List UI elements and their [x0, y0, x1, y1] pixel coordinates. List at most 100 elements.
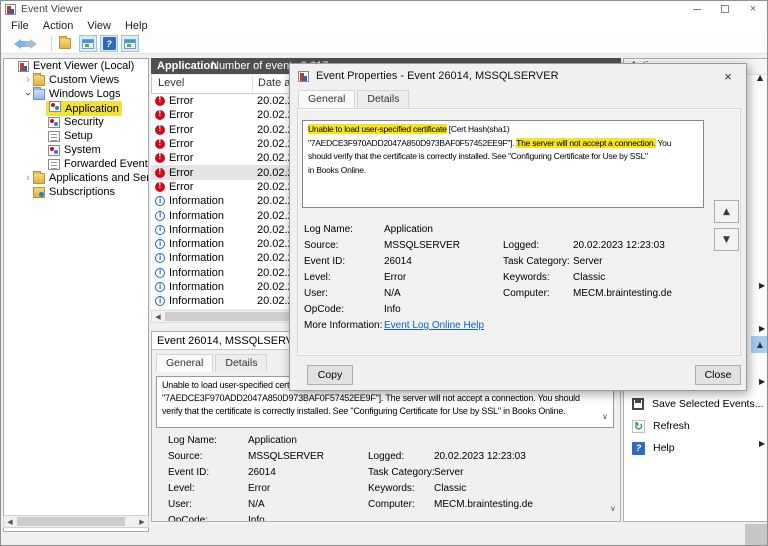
action-help[interactable]: ? Help — [624, 437, 767, 459]
tree-item-security[interactable]: Security — [4, 115, 148, 129]
menu-file[interactable]: File — [4, 19, 36, 33]
console-tree-pane: Event Viewer (Local) › Custom Views › Window… — [3, 58, 149, 532]
maximize-button[interactable] — [711, 1, 739, 17]
level-cell: Error — [151, 124, 251, 136]
field-value: MSSQLSERVER — [248, 451, 324, 462]
tree-item-application[interactable]: Application — [4, 100, 148, 116]
expand-item-icon[interactable]: ▶ — [759, 281, 765, 290]
back-icon — [9, 38, 26, 49]
event-fields-right: Logged: 20.02.2023 12:23:03 Task Category:… — [503, 238, 672, 302]
folder-icon — [33, 170, 45, 184]
field-row: Source: MSSQLSERVER — [168, 449, 324, 465]
field-row: Event ID: 26014 — [304, 254, 460, 270]
error-icon — [155, 124, 165, 135]
field-row: Task Category: Server — [368, 465, 533, 481]
scroll-down-icon[interactable]: ∨ — [610, 504, 616, 513]
tree-horizontal-scrollbar[interactable]: ◀ ▶ — [3, 515, 149, 528]
level-label: Information — [169, 209, 225, 222]
field-label: Task Category: — [368, 467, 435, 478]
event-log-online-help-link[interactable]: Event Log Online Help — [384, 318, 484, 334]
information-icon — [155, 282, 165, 292]
dialog-close-button[interactable]: Close — [695, 365, 741, 385]
highlighted-text: The server will not accept a connection. — [516, 137, 656, 148]
scrollbar-thumb[interactable] — [17, 517, 125, 526]
field-row: User: N/A — [168, 497, 324, 513]
tree-item-applications-and-services-lo[interactable]: › Applications and Services Lo — [4, 170, 148, 185]
copy-button[interactable]: Copy — [307, 365, 353, 385]
field-row: Source: MSSQLSERVER — [304, 238, 460, 254]
event-message-box[interactable]: Unable to load user-specified certificat… — [302, 120, 704, 208]
event-fields-left: Log Name: Application Source: MSSQLSERVER Ev… — [168, 433, 324, 521]
level-cell: Error — [151, 138, 251, 150]
app-icon — [5, 3, 16, 15]
more-information-row: More Information: Event Log Online Help — [304, 318, 484, 334]
column-header-level[interactable]: Level — [158, 77, 184, 89]
tree-item-setup[interactable]: Setup — [4, 129, 148, 143]
column-separator[interactable] — [252, 76, 253, 92]
tab-general[interactable]: General — [298, 90, 356, 108]
chevron-collapsed-icon[interactable]: › — [23, 171, 33, 185]
scroll-left-icon[interactable]: ◀ — [4, 518, 16, 526]
event-fields-left: Log Name: Application Source: MSSQLSERVER Ev… — [304, 222, 460, 318]
tree-item-system[interactable]: System — [4, 143, 148, 157]
tree-item-label: Custom Views — [49, 74, 120, 86]
menu-view[interactable]: View — [80, 19, 118, 33]
console-window-button[interactable] — [79, 35, 97, 52]
next-event-button[interactable]: ▼ — [714, 228, 739, 251]
action-refresh[interactable]: ↻ Refresh — [624, 415, 767, 437]
tree-item-subscriptions[interactable]: Subscriptions — [4, 185, 148, 199]
scroll-left-icon[interactable]: ◀ — [152, 313, 164, 321]
main-area: Event Viewer (Local) › Custom Views › Window… — [1, 54, 767, 545]
save-icon — [632, 398, 644, 410]
tree-item-custom-views[interactable]: › Custom Views — [4, 72, 148, 87]
back-button[interactable] — [6, 35, 26, 52]
close-button[interactable]: × — [739, 1, 767, 17]
tree-item-event-viewer-local[interactable]: Event Viewer (Local) — [4, 59, 148, 73]
dialog-icon — [298, 70, 309, 82]
dialog-close-icon[interactable]: × — [714, 67, 742, 85]
field-label: Level: — [168, 483, 195, 494]
tab-details[interactable]: Details — [357, 90, 410, 108]
field-value: 20.02.2023 12:23:03 — [434, 451, 526, 462]
information-icon — [155, 267, 165, 278]
tab-general[interactable]: General — [156, 354, 214, 372]
information-icon — [155, 253, 165, 264]
app-icon — [18, 60, 29, 72]
field-value: Server — [434, 467, 464, 478]
field-label: Keywords: — [503, 272, 550, 283]
action-pane-button[interactable] — [121, 35, 139, 52]
level-cell: Error — [151, 109, 251, 121]
event-fields-right: Logged: 20.02.2023 12:23:03 Task Category:… — [368, 449, 533, 513]
help-button[interactable]: ? — [100, 35, 118, 52]
error-icon — [155, 181, 165, 192]
field-row: Keywords: Classic — [503, 270, 672, 286]
expand-item-icon[interactable]: ▶ — [759, 377, 765, 386]
tree-item-label: Setup — [64, 130, 93, 142]
dialog-titlebar[interactable]: Event Properties - Event 26014, MSSQLSER… — [290, 64, 746, 88]
scroll-down-icon[interactable]: ∨ — [602, 412, 608, 421]
level-label: Error — [169, 95, 194, 108]
tab-details[interactable]: Details — [215, 354, 268, 372]
scroll-right-icon[interactable]: ▶ — [136, 518, 148, 526]
field-row: Keywords: Classic — [368, 481, 533, 497]
tree-item-forwarded-events[interactable]: Forwarded Events — [4, 157, 148, 171]
expand-help-icon[interactable]: ▶ — [759, 439, 765, 448]
information-icon — [155, 296, 165, 307]
menu-action[interactable]: Action — [36, 19, 81, 33]
folder-button[interactable] — [58, 35, 76, 52]
tree-item-windows-logs[interactable]: › Windows Logs — [4, 86, 148, 101]
forward-icon — [25, 38, 42, 49]
window-titlebar: Event Viewer × — [1, 1, 767, 17]
scroll-up-icon[interactable]: ▲ — [757, 73, 763, 82]
previous-event-button[interactable]: ▲ — [714, 200, 739, 223]
scroll-up-button[interactable]: ▲ — [751, 336, 767, 353]
minimize-button[interactable] — [683, 1, 711, 17]
forward-button[interactable] — [25, 35, 45, 52]
level-label: Information — [169, 281, 225, 293]
field-value: N/A — [384, 288, 401, 299]
chevron-collapsed-icon[interactable]: › — [23, 73, 33, 87]
expand-item-icon[interactable]: ▶ — [759, 324, 765, 333]
action-save-selected-events[interactable]: Save Selected Events... — [624, 393, 767, 415]
field-label: Log Name: — [168, 435, 217, 446]
menu-help[interactable]: Help — [118, 19, 155, 33]
